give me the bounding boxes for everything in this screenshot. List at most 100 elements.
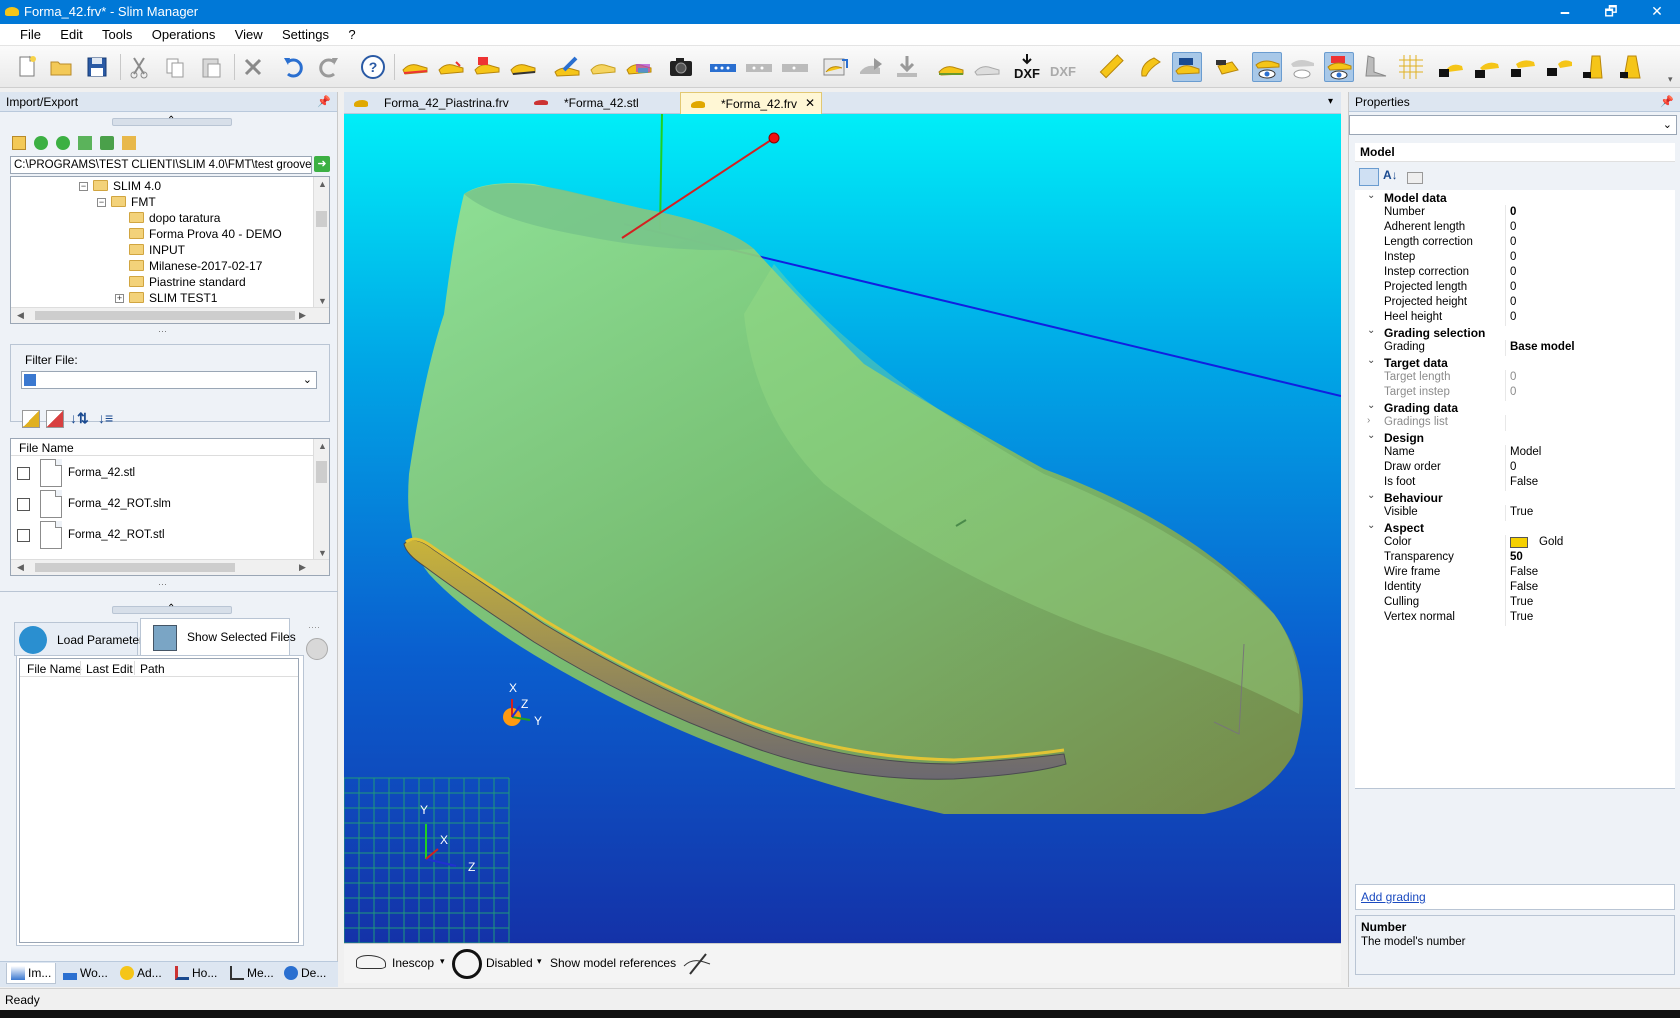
property-row[interactable]: Grading Base model xyxy=(1355,340,1673,356)
last-icon-2[interactable] xyxy=(436,52,466,82)
property-category[interactable]: ⌄ Behaviour xyxy=(1355,490,1673,506)
property-row[interactable]: Projected height 0 xyxy=(1355,295,1673,311)
collapse-grip-2[interactable]: ⌃ xyxy=(112,603,232,614)
chevron-right-icon[interactable]: › xyxy=(1367,415,1370,426)
chevron-down-icon[interactable]: ⌄ xyxy=(1367,400,1375,411)
shoe-gray-icon[interactable] xyxy=(972,52,1002,82)
cut-icon[interactable] xyxy=(124,52,154,82)
menu-view[interactable]: View xyxy=(227,24,271,46)
file-row[interactable]: Forma_42_ROT.slm xyxy=(17,490,171,520)
property-row[interactable]: Number 0 xyxy=(1355,205,1673,221)
property-row[interactable]: Projected length 0 xyxy=(1355,280,1673,296)
maximize-button[interactable]: 🗗 xyxy=(1588,0,1634,24)
property-row[interactable]: Length correction 0 xyxy=(1355,235,1673,251)
visibility-gray-icon[interactable] xyxy=(1288,52,1318,82)
property-row[interactable]: Target length 0 xyxy=(1355,370,1673,386)
tree-item[interactable]: − SLIM 4.0 xyxy=(79,179,161,195)
menu-settings[interactable]: Settings xyxy=(274,24,337,46)
tab-forma-42-piastrina[interactable]: Forma_42_Piastrina.frv xyxy=(344,92,522,114)
collapse-up-icon-2[interactable]: ⌃ xyxy=(167,603,175,614)
property-value[interactable]: 0 xyxy=(1510,371,1516,383)
tree-item[interactable]: Forma Prova 40 - DEMO xyxy=(129,227,282,243)
collapse-up-icon[interactable]: ⌃ xyxy=(167,115,175,126)
last-view-selected-icon[interactable] xyxy=(1172,52,1202,82)
property-row[interactable]: Wire frame False xyxy=(1355,565,1673,581)
property-row[interactable]: Draw order 0 xyxy=(1355,460,1673,476)
property-row[interactable]: Name Model xyxy=(1355,445,1673,461)
chevron-down-icon[interactable]: ⌄ xyxy=(1367,355,1375,366)
property-category[interactable]: ⌄ Design xyxy=(1355,430,1673,446)
property-pages-icon[interactable] xyxy=(1407,172,1423,184)
export-gray-icon[interactable] xyxy=(856,52,886,82)
redo-icon[interactable] xyxy=(314,52,344,82)
more-dots-icon[interactable]: ···· xyxy=(308,622,320,632)
file-row[interactable]: Forma_42.stl xyxy=(17,459,135,489)
last-icon-3[interactable] xyxy=(472,52,502,82)
tab-forma-42-stl[interactable]: *Forma_42.stl xyxy=(524,92,674,114)
delete-icon[interactable] xyxy=(238,52,268,82)
file-list-header[interactable]: File Name xyxy=(11,439,313,456)
object-selector[interactable]: ⌄ xyxy=(1349,115,1677,135)
chevron-down-icon[interactable]: ⌄ xyxy=(1367,190,1375,201)
dxf-gray-icon[interactable]: DXF xyxy=(1048,52,1078,82)
splitter-handle[interactable]: ⋯ xyxy=(158,326,167,337)
inescop-label[interactable]: Inescop xyxy=(392,956,434,970)
import-model-icon[interactable] xyxy=(820,52,850,82)
file-list-horizontal-scrollbar[interactable]: ◀ ▶ xyxy=(11,559,329,575)
property-value[interactable]: Base model xyxy=(1510,341,1575,353)
inescop-dropdown-icon[interactable]: ▾ xyxy=(440,956,445,967)
edit-pencil-icon[interactable] xyxy=(552,52,582,82)
property-value[interactable]: True xyxy=(1510,596,1533,608)
tree-item[interactable]: − FMT xyxy=(97,195,156,211)
property-row[interactable]: Identity False xyxy=(1355,580,1673,596)
property-value[interactable]: 0 xyxy=(1510,251,1516,263)
last-toe-icon[interactable] xyxy=(1136,52,1166,82)
expand-icon[interactable]: + xyxy=(115,294,124,303)
property-value[interactable]: 50 xyxy=(1510,551,1523,563)
edit-file-icon[interactable] xyxy=(22,410,40,428)
ruler-icon[interactable] xyxy=(1096,52,1126,82)
copy-icon[interactable] xyxy=(160,52,190,82)
property-row[interactable]: Adherent length 0 xyxy=(1355,220,1673,236)
property-value[interactable]: 0 xyxy=(1510,386,1516,398)
dxf-export-icon[interactable]: DXF xyxy=(1012,52,1042,82)
refresh-icon[interactable] xyxy=(100,136,114,150)
property-category[interactable]: ⌄ Aspect xyxy=(1355,520,1673,536)
heel-icon[interactable] xyxy=(1360,52,1390,82)
visibility-eye-icon[interactable] xyxy=(1252,52,1282,82)
close-tab-icon[interactable]: ✕ xyxy=(805,96,815,110)
check-badge-icon[interactable] xyxy=(306,638,328,660)
property-row[interactable]: Visible True xyxy=(1355,505,1673,521)
toolbar-overflow-icon[interactable]: ▾ xyxy=(1668,74,1673,85)
property-value[interactable]: 0 xyxy=(1510,311,1516,323)
save-icon[interactable] xyxy=(82,52,112,82)
property-row[interactable]: Culling True xyxy=(1355,595,1673,611)
property-category[interactable]: ⌄ Model data xyxy=(1355,190,1673,206)
tab-measure[interactable]: Me... xyxy=(230,966,274,980)
splitter-handle-2[interactable]: ⋯ xyxy=(158,579,167,590)
chevron-down-icon[interactable]: ⌄ xyxy=(1367,520,1375,531)
visibility-red-icon[interactable] xyxy=(1324,52,1354,82)
camera-view-2-icon[interactable] xyxy=(1472,52,1502,82)
col-last-edit[interactable]: Last Edit xyxy=(86,662,133,676)
add-grading-link[interactable]: Add grading xyxy=(1361,890,1426,904)
forward-icon[interactable] xyxy=(56,136,70,150)
show-selected-files-tab[interactable]: Show Selected Files xyxy=(140,618,296,656)
up-folder-icon[interactable] xyxy=(78,136,92,150)
sort-numeric-icon[interactable]: ↓≡ xyxy=(98,410,113,426)
camera-icon[interactable] xyxy=(666,52,696,82)
chevron-down-icon[interactable]: ⌄ xyxy=(1367,325,1375,336)
tabs-dropdown-icon[interactable]: ▾ xyxy=(1328,96,1333,107)
property-row[interactable]: Is foot False xyxy=(1355,475,1673,491)
camera-view-6-icon[interactable] xyxy=(1616,52,1646,82)
disabled-label[interactable]: Disabled xyxy=(486,956,533,970)
collapse-icon[interactable]: − xyxy=(79,182,88,191)
camera-view-1-icon[interactable] xyxy=(1436,52,1466,82)
property-value[interactable]: False xyxy=(1510,476,1538,488)
property-row[interactable]: Color Gold xyxy=(1355,535,1673,551)
menu-help[interactable]: ? xyxy=(340,24,363,46)
alphabetical-icon[interactable]: A↓ xyxy=(1383,168,1398,182)
camera-view-3-icon[interactable] xyxy=(1508,52,1538,82)
last-icon-1[interactable] xyxy=(400,52,430,82)
download-gray-icon[interactable] xyxy=(892,52,922,82)
